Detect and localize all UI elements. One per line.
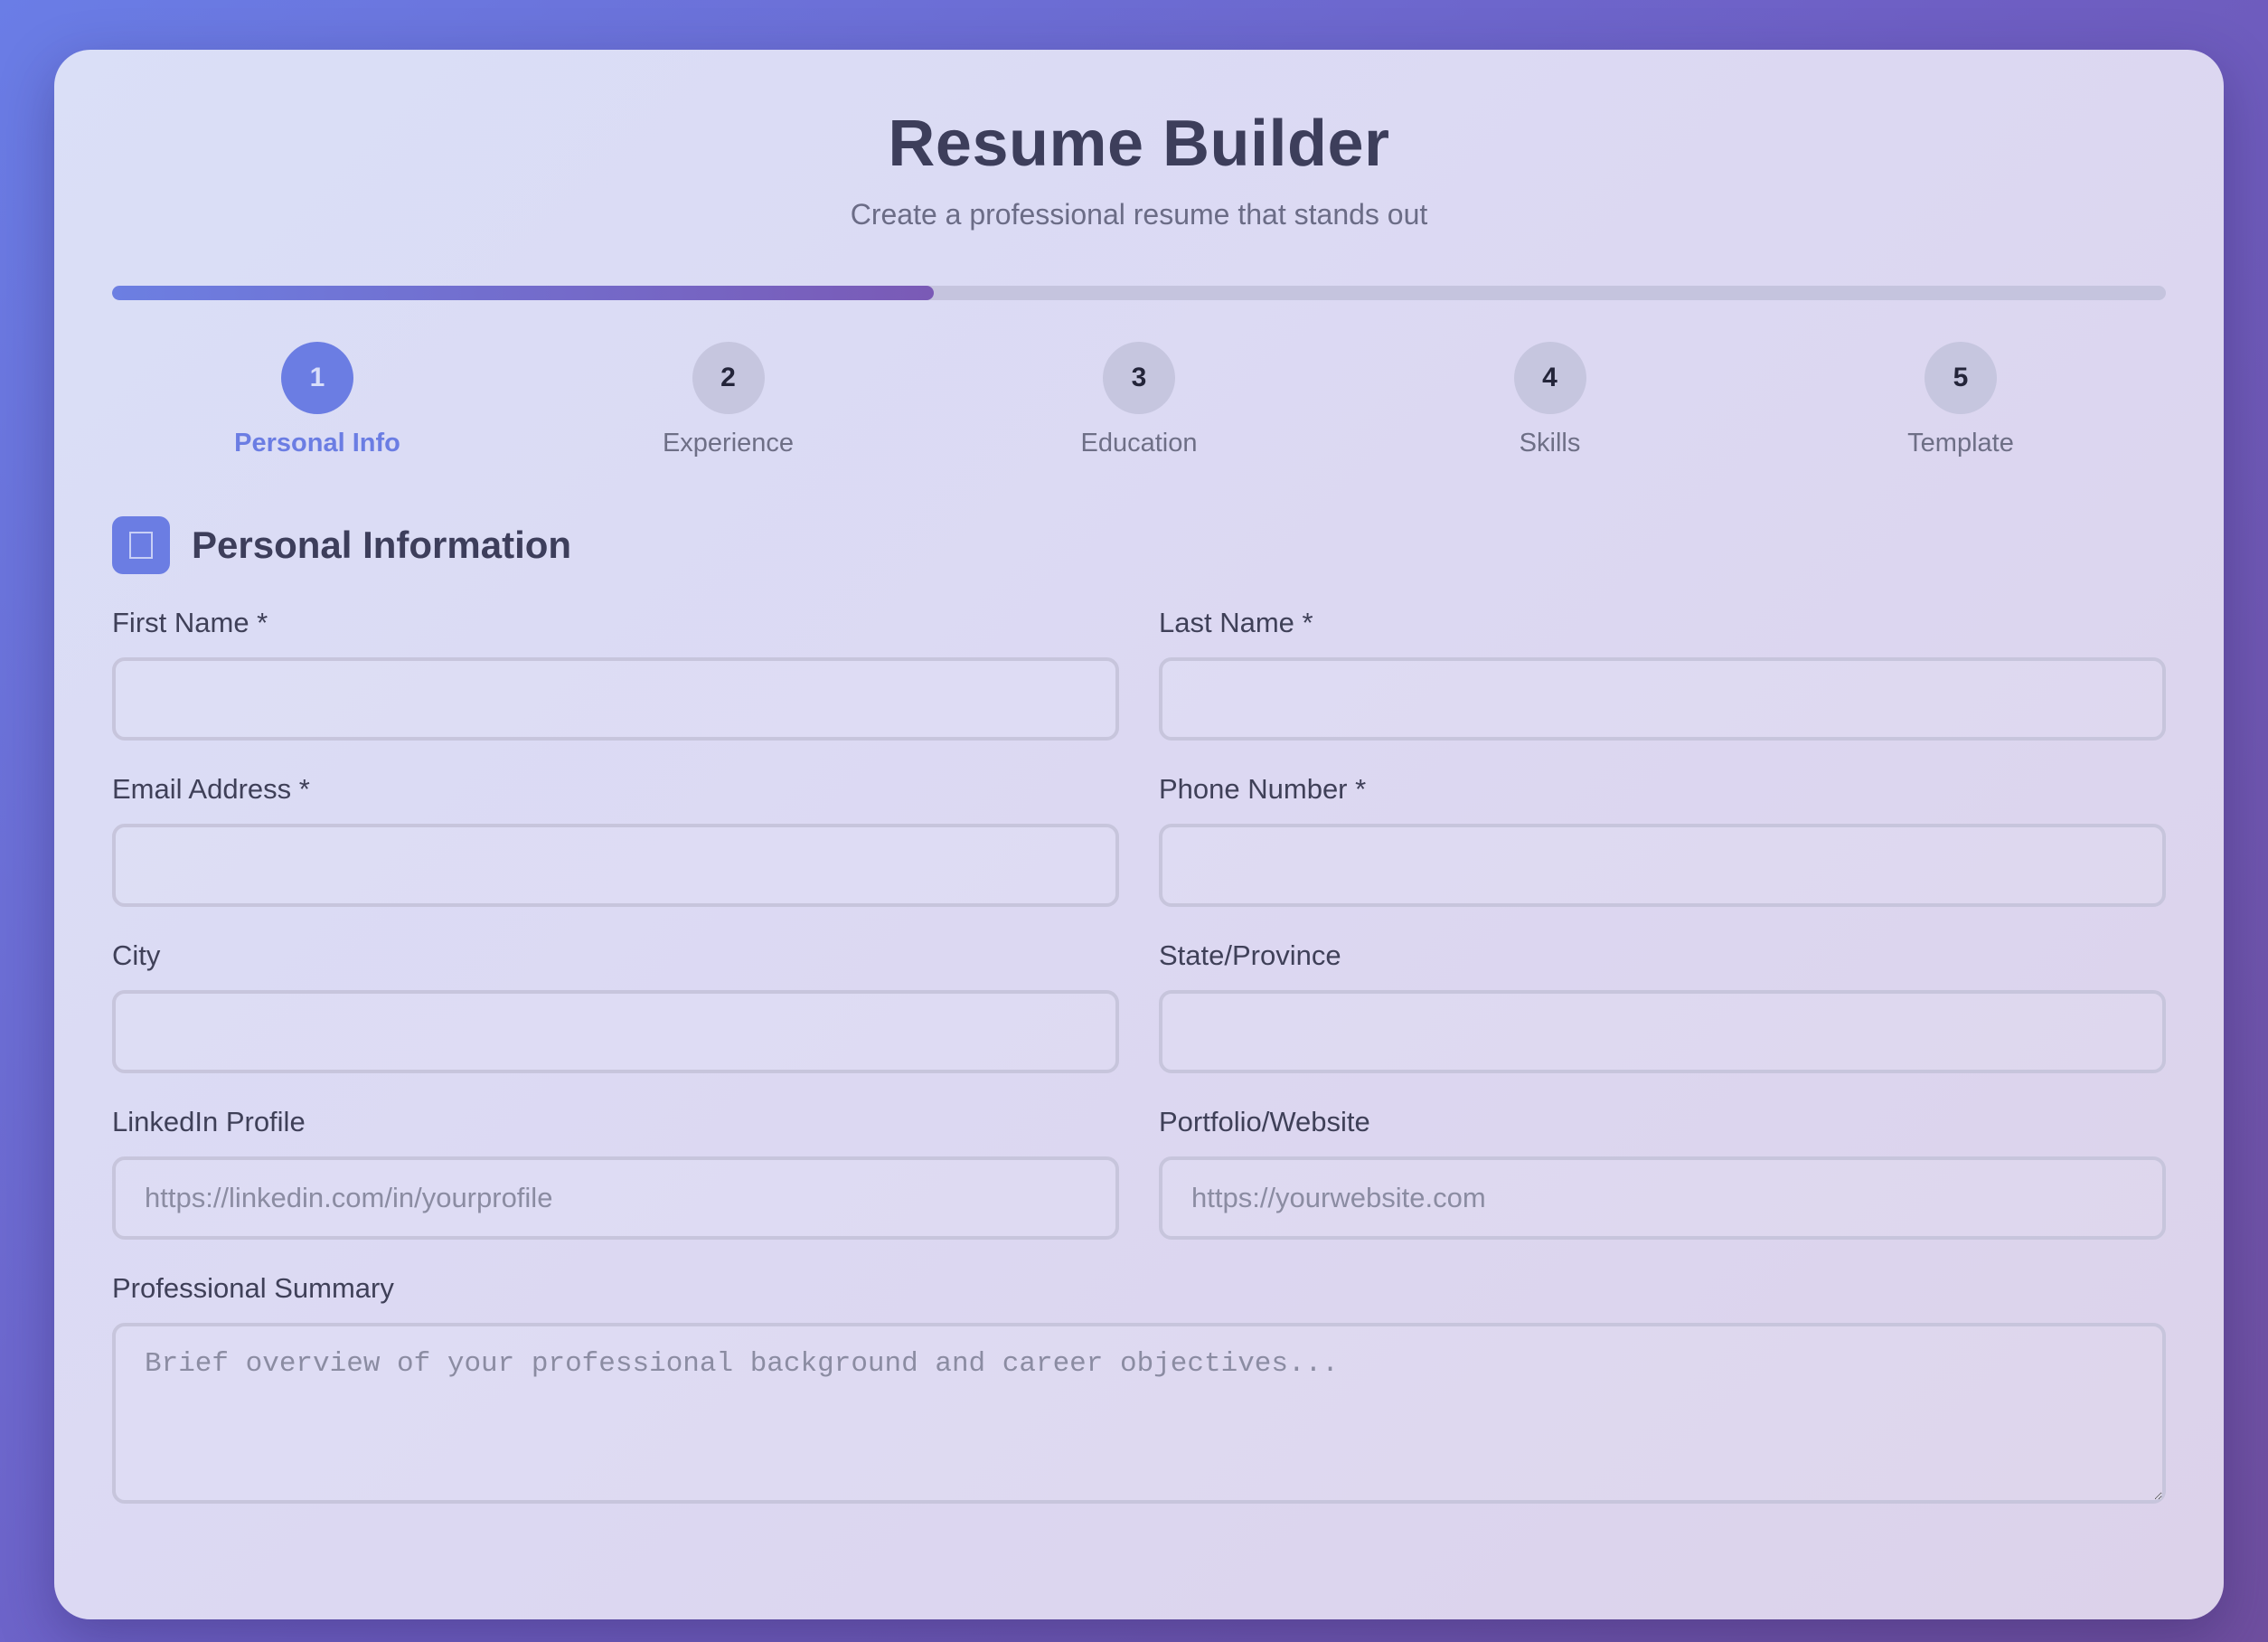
summary-label: Professional Summary — [112, 1272, 394, 1304]
city-field: City — [112, 939, 1119, 1073]
page-subtitle: Create a professional resume that stands… — [850, 198, 1428, 231]
phone-label: Phone Number * — [1159, 773, 1367, 805]
step-label: Experience — [662, 429, 795, 458]
step-label: Template — [1907, 429, 2014, 458]
step-number: 4 — [1513, 342, 1586, 414]
city-label: City — [112, 939, 161, 971]
phone-input[interactable] — [1159, 824, 2166, 907]
page-title: Resume Builder — [888, 108, 1390, 180]
step-skills[interactable]: 4 Skills — [1345, 342, 1755, 459]
last-name-label: Last Name * — [1159, 607, 1313, 638]
step-label: Education — [1080, 429, 1198, 458]
user-icon — [112, 516, 170, 574]
portfolio-label: Portfolio/Website — [1159, 1106, 1370, 1137]
step-indicator: 1 Personal Info 2 Experience 3 Education… — [112, 342, 2166, 459]
state-input[interactable] — [1159, 990, 2166, 1073]
section-title: Personal Information — [192, 524, 572, 566]
summary-field: Professional Summary — [112, 1272, 2166, 1508]
step-number: 5 — [1925, 342, 1997, 414]
step-label: Skills — [1519, 429, 1581, 458]
phone-field: Phone Number * — [1159, 773, 2166, 907]
first-name-field: First Name * — [112, 607, 1119, 741]
portfolio-field: Portfolio/Website — [1159, 1106, 2166, 1240]
linkedin-input[interactable] — [112, 1156, 1119, 1240]
step-label: Personal Info — [234, 429, 400, 458]
email-input[interactable] — [112, 824, 1119, 907]
header: Resume Builder Create a professional res… — [112, 50, 2166, 232]
state-field: State/Province — [1159, 939, 2166, 1073]
summary-textarea[interactable] — [112, 1323, 2166, 1504]
email-field: Email Address * — [112, 773, 1119, 907]
email-label: Email Address * — [112, 773, 310, 805]
city-input[interactable] — [112, 990, 1119, 1073]
step-personal-info[interactable]: 1 Personal Info — [112, 342, 522, 459]
resume-builder-card: Resume Builder Create a professional res… — [54, 50, 2224, 1619]
step-education[interactable]: 3 Education — [934, 342, 1344, 459]
linkedin-label: LinkedIn Profile — [112, 1106, 306, 1137]
last-name-input[interactable] — [1159, 657, 2166, 741]
step-number: 1 — [281, 342, 353, 414]
state-label: State/Province — [1159, 939, 1341, 971]
step-experience[interactable]: 2 Experience — [523, 342, 934, 459]
section-header: Personal Information — [112, 516, 571, 574]
last-name-field: Last Name * — [1159, 607, 2166, 741]
step-template[interactable]: 5 Template — [1755, 342, 2166, 459]
first-name-label: First Name * — [112, 607, 268, 638]
step-number: 3 — [1103, 342, 1175, 414]
linkedin-field: LinkedIn Profile — [112, 1106, 1119, 1240]
progress-bar — [112, 286, 2166, 300]
portfolio-input[interactable] — [1159, 1156, 2166, 1240]
first-name-input[interactable] — [112, 657, 1119, 741]
step-number: 2 — [692, 342, 765, 414]
personal-info-form: First Name * Last Name * Email Address *… — [112, 607, 2166, 1508]
progress-fill — [112, 286, 934, 300]
